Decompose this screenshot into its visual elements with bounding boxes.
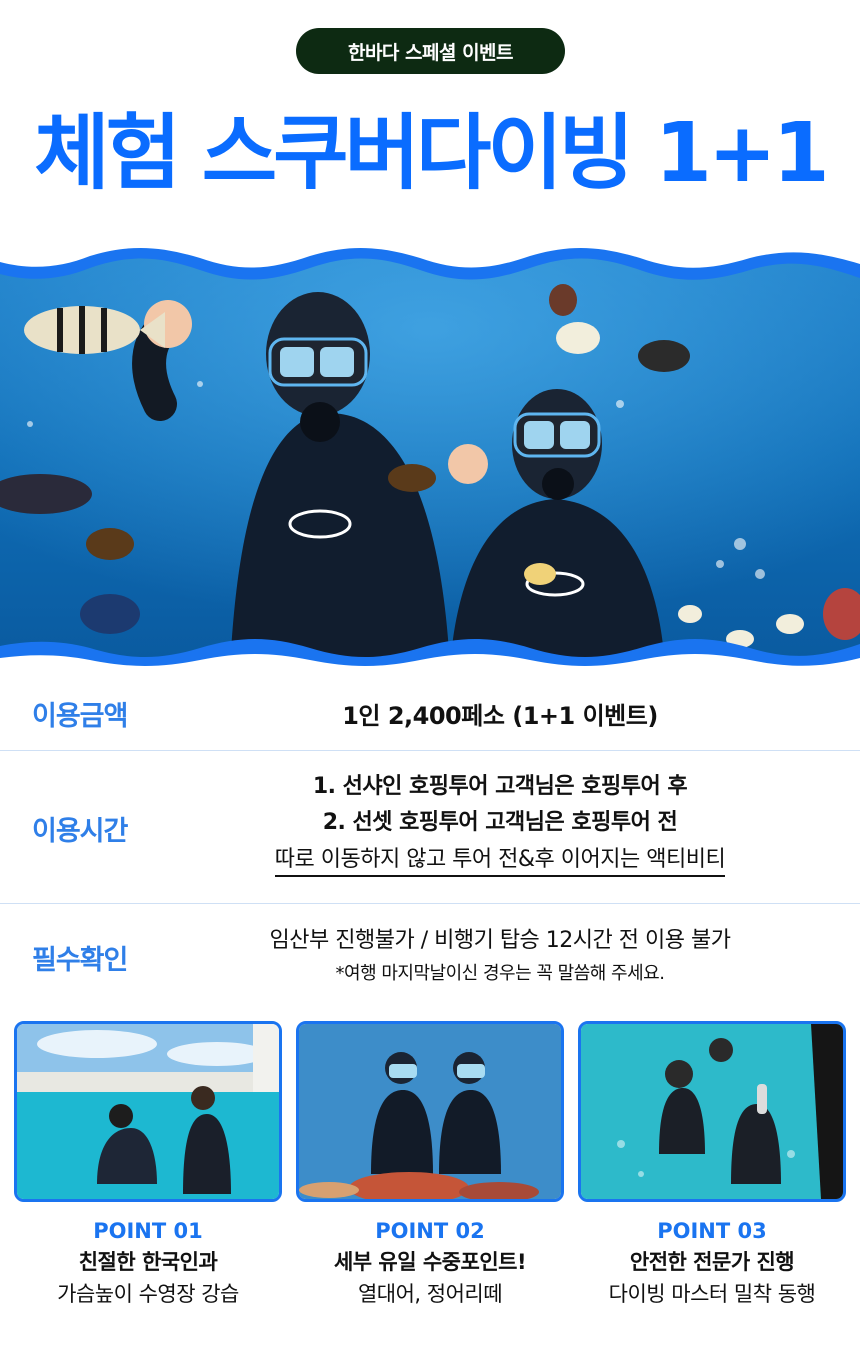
- point-title: POINT 03: [657, 1219, 767, 1243]
- point-01: POINT 01 친절한 한국인과 가슴높이 수영장 강습: [14, 1216, 282, 1310]
- price-value: 1인 2,400페소 (1+1 이벤트): [342, 702, 658, 730]
- hero-diving-photo: [0, 244, 860, 668]
- point-line-1: 세부 유일 수중포인트!: [333, 1250, 527, 1274]
- point-photo-underwater: [296, 1021, 564, 1202]
- point-photo-pool: [14, 1021, 282, 1202]
- time-line-1: 1. 선샤인 호핑투어 고객님은 호핑투어 후: [312, 774, 688, 799]
- point-03: POINT 03 안전한 전문가 진행 다이빙 마스터 밀착 동행: [578, 1216, 846, 1310]
- point-title: POINT 02: [375, 1219, 485, 1243]
- time-label: 이용시간: [32, 816, 128, 847]
- time-note: 따로 이동하지 않고 투어 전&후 이어지는 액티비티: [274, 845, 726, 877]
- price-label: 이용금액: [32, 701, 128, 732]
- point-line-1: 친절한 한국인과: [78, 1250, 218, 1274]
- info-row-time: 이용시간 1. 선샤인 호핑투어 고객님은 호핑투어 후 2. 선셋 호핑투어 …: [0, 751, 860, 904]
- point-line-2: 열대어, 정어리떼: [357, 1282, 503, 1306]
- required-sub: *여행 마지막날이신 경우는 꼭 말씀해 주세요.: [335, 963, 665, 984]
- point-photo-instructor: [578, 1021, 846, 1202]
- time-line-2: 2. 선셋 호핑투어 고객님은 호핑투어 전: [322, 810, 678, 835]
- point-line-1: 안전한 전문가 진행: [629, 1250, 795, 1274]
- required-content: 임산부 진행불가 / 비행기 탑승 12시간 전 이용 불가 *여행 마지막날이…: [200, 924, 800, 990]
- required-main: 임산부 진행불가 / 비행기 탑승 12시간 전 이용 불가: [269, 928, 731, 953]
- point-line-2: 가슴높이 수영장 강습: [57, 1282, 239, 1306]
- point-title: POINT 01: [93, 1219, 203, 1243]
- required-label: 필수확인: [32, 945, 128, 976]
- price-content: 1인 2,400페소 (1+1 이벤트): [200, 696, 800, 731]
- time-content: 1. 선샤인 호핑투어 고객님은 호핑투어 후 2. 선셋 호핑투어 고객님은 …: [200, 769, 800, 877]
- event-badge: 한바다 스페셜 이벤트: [296, 28, 565, 74]
- point-02: POINT 02 세부 유일 수중포인트! 열대어, 정어리떼: [296, 1216, 564, 1310]
- point-line-2: 다이빙 마스터 밀착 동행: [608, 1282, 816, 1306]
- info-row-price: 이용금액 1인 2,400페소 (1+1 이벤트): [0, 672, 860, 751]
- info-row-required: 필수확인 임산부 진행불가 / 비행기 탑승 12시간 전 이용 불가 *여행 …: [0, 904, 860, 1014]
- page-title: 체험 스쿠버다이빙 1+1: [34, 106, 829, 201]
